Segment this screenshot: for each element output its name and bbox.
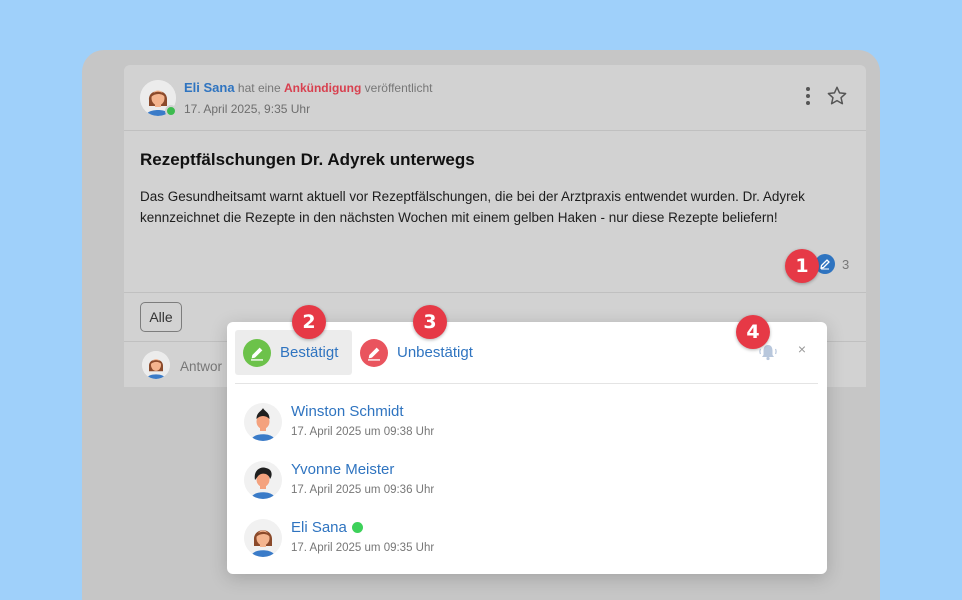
list-item[interactable]: Eli Sana 17. April 2025 um 09:35 Uhr (244, 519, 804, 563)
step-badge-3: 3 (413, 305, 447, 339)
list-item[interactable]: Winston Schmidt 17. April 2025 um 09:38 … (244, 403, 804, 447)
confirmed-pen-icon (243, 338, 271, 367)
online-status-dot (165, 105, 177, 117)
tab-confirmed[interactable]: Bestätigt (235, 330, 352, 375)
post-date: 17. April 2025, 9:35 Uhr (184, 102, 311, 116)
user-name[interactable]: Eli Sana (291, 519, 363, 536)
woman-avatar-icon (244, 461, 282, 499)
user-avatar (244, 403, 282, 441)
popup-divider (235, 383, 818, 384)
step-badge-2: 2 (292, 305, 326, 339)
action-prefix: hat eine (237, 81, 281, 95)
user-avatar (244, 519, 282, 557)
reply-input[interactable]: Antwor (180, 359, 222, 374)
unconfirmed-pen-icon (360, 338, 388, 367)
pen-icon (820, 259, 830, 270)
list-item[interactable]: Yvonne Meister 17. April 2025 um 09:36 U… (244, 461, 804, 505)
close-icon[interactable]: × (795, 342, 809, 356)
online-status-dot (351, 522, 363, 533)
confirmation-count: 3 (842, 257, 850, 272)
post-body: Das Gesundheitsamt warnt aktuell vor Rez… (140, 189, 805, 225)
action-type: Ankündigung (283, 81, 362, 95)
tab-unconfirmed[interactable]: Unbestätigt (352, 330, 487, 375)
woman-avatar-icon (142, 351, 170, 379)
action-suffix: veröffentlicht (364, 81, 433, 95)
tab-unconfirmed-label: Unbestätigt (397, 344, 473, 361)
confirmation-date: 17. April 2025 um 09:36 Uhr (291, 484, 435, 496)
user-name[interactable]: Yvonne Meister (291, 461, 394, 478)
confirmation-date: 17. April 2025 um 09:35 Uhr (291, 542, 435, 554)
confirmation-date: 17. April 2025 um 09:38 Uhr (291, 426, 435, 438)
step-badge-4: 4 (736, 315, 770, 349)
post-title: Rezeptfälschungen Dr. Adyrek unterwegs (140, 150, 475, 169)
kebab-menu-icon[interactable] (804, 87, 812, 107)
star-icon[interactable] (826, 85, 848, 107)
woman-avatar-icon (244, 519, 282, 557)
filter-all-button[interactable]: Alle (140, 302, 182, 332)
reply-avatar (142, 351, 170, 379)
step-badge-1: 1 (785, 249, 819, 283)
man-avatar-icon (244, 403, 282, 441)
author-line: Eli Sana hat eine Ankündigung veröffentl… (184, 80, 432, 95)
user-name[interactable]: Winston Schmidt (291, 403, 404, 420)
user-avatar (244, 461, 282, 499)
author-name[interactable]: Eli Sana (184, 80, 235, 95)
post-header: Eli Sana hat eine Ankündigung veröffentl… (124, 65, 866, 131)
confirmations-popup: Bestätigt Unbestätigt × Winston Schmidt … (227, 322, 827, 574)
tab-confirmed-label: Bestätigt (280, 344, 339, 361)
